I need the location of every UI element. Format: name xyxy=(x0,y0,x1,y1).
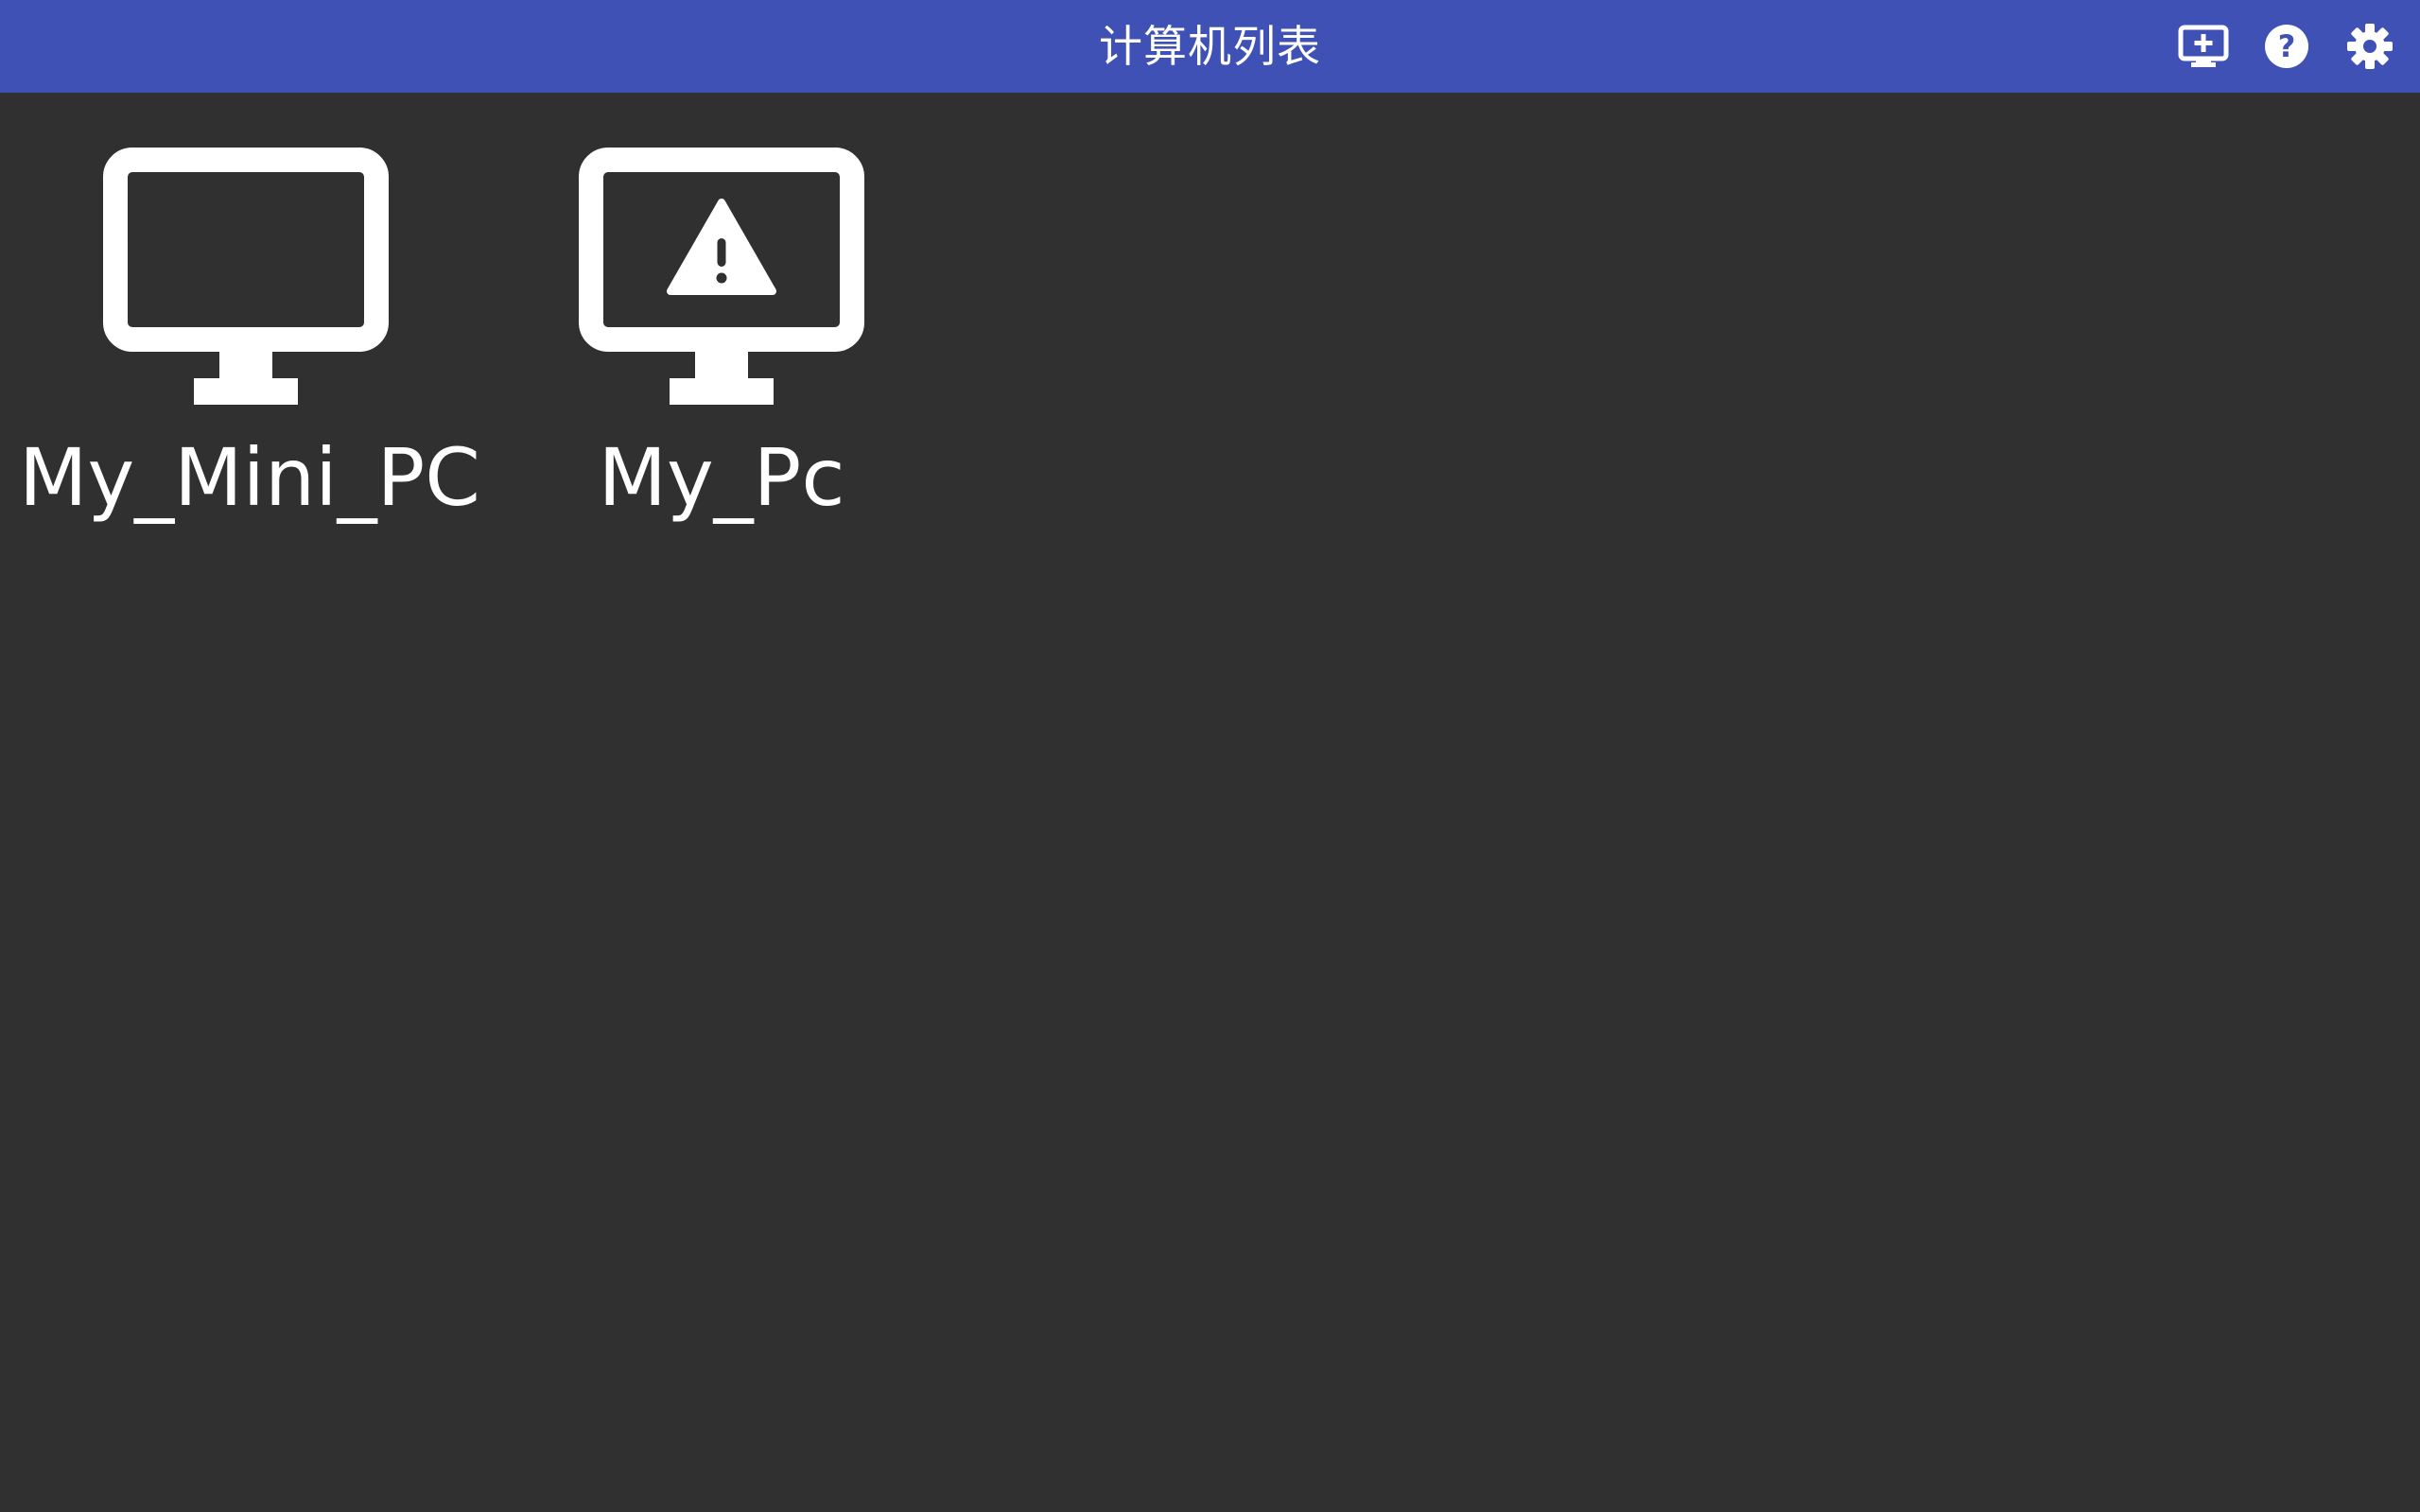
add-computer-icon xyxy=(2178,25,2229,67)
add-computer-button[interactable] xyxy=(2173,16,2234,77)
help-button[interactable]: ? xyxy=(2256,16,2317,77)
app-bar: 计算机列表 ? xyxy=(0,0,2420,93)
computer-name: My_Pc xyxy=(598,431,845,524)
computer-tile-my-mini-pc[interactable]: My_Mini_PC xyxy=(19,142,480,539)
computer-list-window: 计算机列表 ? My_Mini_PC My_Pc xyxy=(0,0,2420,1512)
computer-tile-my-pc[interactable]: My_Pc xyxy=(495,142,949,539)
svg-text:?: ? xyxy=(2278,28,2296,64)
settings-button[interactable] xyxy=(2340,16,2400,77)
gear-icon xyxy=(2347,24,2393,69)
help-icon: ? xyxy=(2265,25,2308,68)
monitor-icon xyxy=(103,148,389,405)
monitor-warning-icon xyxy=(579,148,864,405)
computer-name: My_Mini_PC xyxy=(19,431,480,524)
page-title: 计算机列表 xyxy=(1099,21,1321,72)
warning-icon xyxy=(667,199,776,295)
